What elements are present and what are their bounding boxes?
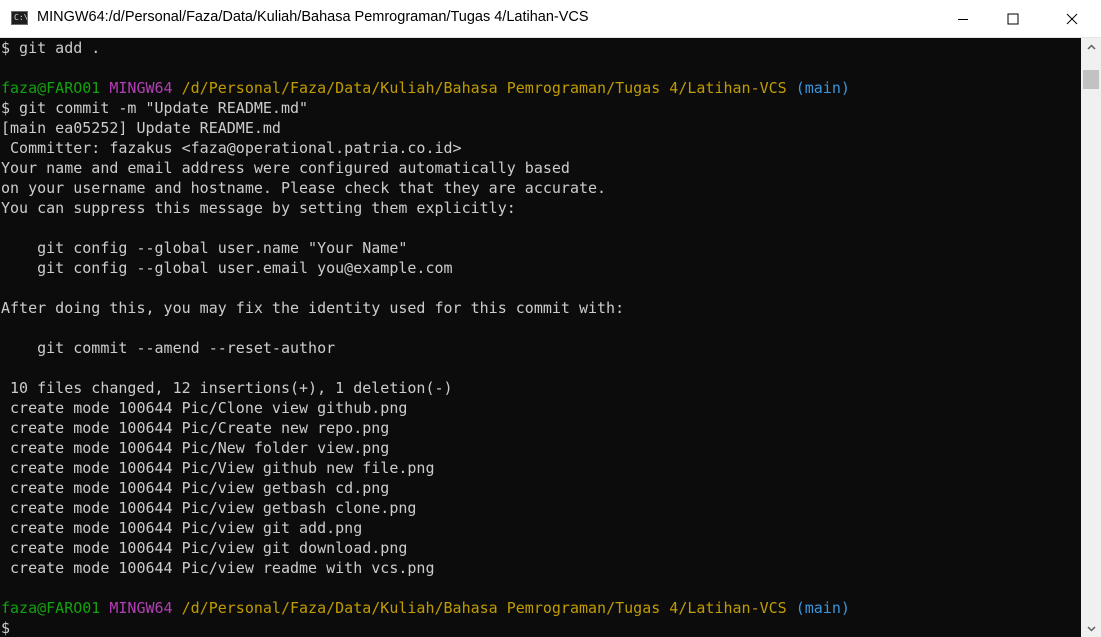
output-line: You can suppress this message by setting… bbox=[1, 199, 516, 217]
maximize-button[interactable] bbox=[990, 0, 1036, 37]
output-line: Committer: fazakus <faza@operational.pat… bbox=[1, 139, 462, 157]
output-line: create mode 100644 Pic/Create new repo.p… bbox=[1, 419, 390, 437]
title-bar[interactable]: C:\. MINGW64:/d/Personal/Faza/Data/Kulia… bbox=[0, 0, 1101, 38]
output-line: $ git add . bbox=[1, 39, 101, 57]
output-line: create mode 100644 Pic/view getbash cd.p… bbox=[1, 479, 390, 497]
window-title: MINGW64:/d/Personal/Faza/Data/Kuliah/Bah… bbox=[37, 9, 589, 25]
prompt-path: /d/Personal/Faza/Data/Kuliah/Bahasa Pemr… bbox=[181, 599, 787, 617]
prompt-path: /d/Personal/Faza/Data/Kuliah/Bahasa Pemr… bbox=[181, 79, 787, 97]
output-line: create mode 100644 Pic/View github new f… bbox=[1, 459, 435, 477]
scrollbar-thumb[interactable] bbox=[1083, 70, 1099, 89]
chevron-up-icon bbox=[1086, 43, 1096, 50]
prompt-symbol: $ bbox=[1, 619, 11, 637]
output-line: create mode 100644 Pic/Clone view github… bbox=[1, 399, 408, 417]
prompt-line: faza@FARO01 MINGW64 /d/Personal/Faza/Dat… bbox=[1, 78, 850, 98]
output-line: git config --global user.email you@examp… bbox=[1, 259, 453, 277]
console-app-icon[interactable]: C:\. bbox=[11, 11, 28, 25]
output-line: create mode 100644 Pic/New folder view.p… bbox=[1, 439, 390, 457]
output-line: create mode 100644 Pic/view git add.png bbox=[1, 519, 363, 537]
terminal-output[interactable]: $ git add . faza@FARO01 MINGW64 /d/Perso… bbox=[0, 38, 1081, 637]
output-line: 10 files changed, 12 insertions(+), 1 de… bbox=[1, 379, 453, 397]
prompt-user-host: faza@FARO01 bbox=[1, 79, 101, 97]
scroll-down-button[interactable] bbox=[1081, 620, 1101, 637]
prompt-user-host: faza@FARO01 bbox=[1, 599, 101, 617]
output-line: git config --global user.name "Your Name… bbox=[1, 239, 408, 257]
minimize-button[interactable] bbox=[940, 0, 986, 37]
output-line: [main ea05252] Update README.md bbox=[1, 119, 281, 137]
output-line: create mode 100644 Pic/view getbash clon… bbox=[1, 499, 417, 517]
output-line: create mode 100644 Pic/view git download… bbox=[1, 539, 408, 557]
output-line: create mode 100644 Pic/view readme with … bbox=[1, 559, 435, 577]
minimize-icon bbox=[958, 18, 968, 20]
vertical-scrollbar[interactable] bbox=[1081, 38, 1101, 637]
prompt-branch: (main) bbox=[795, 599, 850, 617]
command-line: $ git commit -m "Update README.md" bbox=[1, 99, 309, 117]
chevron-down-icon bbox=[1086, 625, 1096, 632]
close-button[interactable] bbox=[1049, 0, 1095, 37]
output-line: Your name and email address were configu… bbox=[1, 159, 570, 177]
maximize-icon bbox=[1007, 13, 1019, 24]
prompt-shell: MINGW64 bbox=[109, 599, 173, 617]
prompt-line: faza@FARO01 MINGW64 /d/Personal/Faza/Dat… bbox=[1, 598, 850, 618]
terminal-window: C:\. MINGW64:/d/Personal/Faza/Data/Kulia… bbox=[0, 0, 1101, 637]
input-line[interactable]: $ bbox=[1, 618, 10, 637]
output-line: git commit --amend --reset-author bbox=[1, 339, 336, 357]
output-line: on your username and hostname. Please ch… bbox=[1, 179, 607, 197]
scroll-up-button[interactable] bbox=[1081, 38, 1101, 55]
prompt-branch: (main) bbox=[795, 79, 850, 97]
output-line: After doing this, you may fix the identi… bbox=[1, 299, 625, 317]
prompt-shell: MINGW64 bbox=[109, 79, 173, 97]
close-icon bbox=[1066, 13, 1078, 24]
